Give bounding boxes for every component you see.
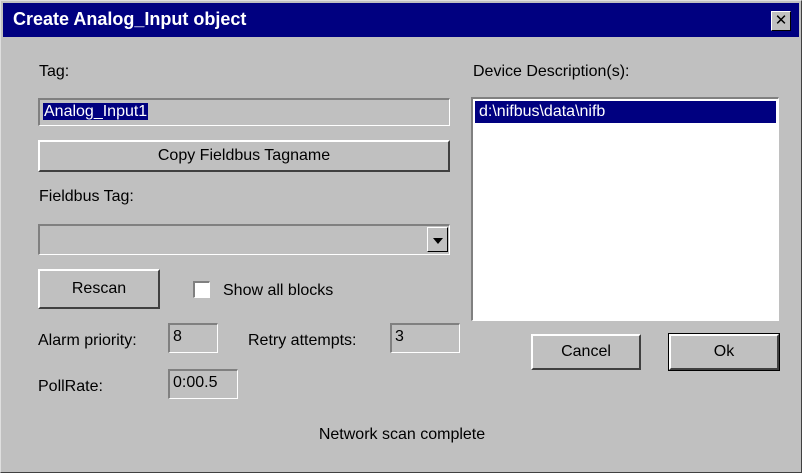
show-all-blocks-label: Show all blocks xyxy=(223,282,334,299)
create-object-dialog: Create Analog_Input object ✕ Tag: Analog… xyxy=(0,0,802,473)
alarm-priority-value: 8 xyxy=(173,328,182,345)
close-button[interactable]: ✕ xyxy=(771,11,791,31)
poll-rate-value: 0:00.5 xyxy=(173,374,218,391)
close-icon: ✕ xyxy=(774,11,788,29)
cancel-label: Cancel xyxy=(561,343,611,360)
alarm-priority-input[interactable]: 8 xyxy=(168,323,218,353)
ok-button[interactable]: Ok xyxy=(668,333,780,371)
poll-rate-label: PollRate: xyxy=(38,378,103,395)
poll-rate-input[interactable]: 0:00.5 xyxy=(168,369,238,399)
show-all-blocks-checkbox[interactable] xyxy=(193,281,210,298)
tag-input-value: Analog_Input1 xyxy=(43,103,149,120)
alarm-priority-label: Alarm priority: xyxy=(38,332,137,349)
rescan-button[interactable]: Rescan xyxy=(38,269,160,309)
title-bar[interactable]: Create Analog_Input object ✕ xyxy=(3,3,799,37)
tag-input[interactable]: Analog_Input1 xyxy=(38,98,450,126)
fieldbus-tag-select[interactable] xyxy=(38,224,450,255)
list-item[interactable]: d:\nifbus\data\nifb xyxy=(475,101,776,123)
rescan-label: Rescan xyxy=(71,280,127,297)
retry-attempts-label: Retry attempts: xyxy=(248,332,357,349)
retry-attempts-input[interactable]: 3 xyxy=(390,323,460,353)
cancel-button[interactable]: Cancel xyxy=(531,334,641,370)
chevron-down-icon[interactable] xyxy=(427,227,448,252)
device-descriptions-label: Device Description(s): xyxy=(473,63,630,80)
retry-attempts-value: 3 xyxy=(395,328,404,345)
tag-label: Tag: xyxy=(39,63,70,80)
status-text: Network scan complete xyxy=(318,426,486,443)
copy-fieldbus-tagname-label: Copy Fieldbus Tagname xyxy=(157,147,331,164)
ok-label: Ok xyxy=(713,343,735,360)
device-descriptions-list[interactable]: d:\nifbus\data\nifb xyxy=(471,97,779,321)
window-title: Create Analog_Input object xyxy=(13,9,247,29)
copy-fieldbus-tagname-button[interactable]: Copy Fieldbus Tagname xyxy=(38,140,450,172)
fieldbus-tag-label: Fieldbus Tag: xyxy=(39,188,134,205)
